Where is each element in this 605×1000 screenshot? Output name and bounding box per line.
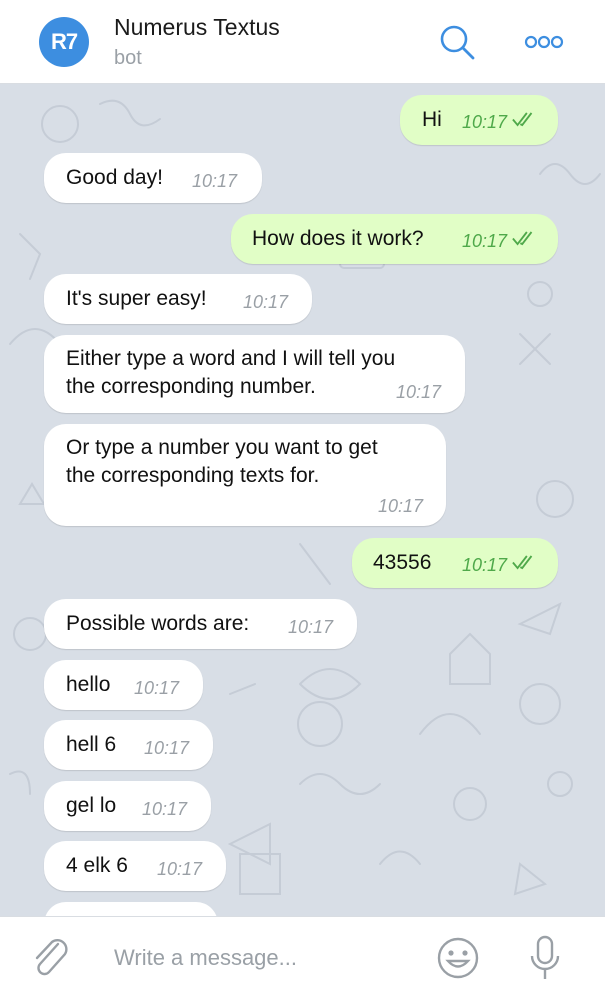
message-text: 4 elk 6 bbox=[66, 854, 128, 877]
message-text-line2: the corresponding number. bbox=[66, 375, 316, 398]
search-icon[interactable] bbox=[436, 22, 478, 64]
message-bubble-outgoing[interactable]: 43556 10:17 bbox=[352, 538, 558, 588]
paperclip-icon[interactable] bbox=[30, 936, 72, 980]
message-time: 10:17 bbox=[462, 112, 508, 132]
message-time: 10:17 bbox=[157, 859, 203, 879]
message-bubble-outgoing[interactable]: How does it work? 10:17 bbox=[231, 214, 558, 264]
microphone-icon[interactable] bbox=[528, 934, 562, 982]
chat-subtitle: bot bbox=[114, 47, 142, 69]
message-time: 10:17 bbox=[462, 555, 508, 575]
message-text: hello bbox=[66, 673, 111, 696]
message-bubble-incoming[interactable]: Good day! 10:17 bbox=[44, 153, 262, 203]
message-text: Hi bbox=[422, 108, 442, 131]
message-text: Possible words are: bbox=[66, 612, 250, 635]
message-text: 43556 bbox=[373, 551, 432, 574]
message-time: 10:17 bbox=[144, 738, 190, 758]
message-bubble-incoming[interactable]: Either type a word and I will tell you t… bbox=[44, 335, 465, 413]
message-bubble-outgoing[interactable]: Hi 10:17 bbox=[400, 95, 558, 145]
double-check-icon bbox=[512, 555, 533, 570]
message-text: Good day! bbox=[66, 166, 163, 189]
message-bubble-incoming[interactable]: hell 6 10:17 bbox=[44, 720, 213, 770]
message-time: 10:17 bbox=[378, 496, 424, 516]
message-time: 10:17 bbox=[142, 799, 188, 819]
message-time: 10:17 bbox=[288, 617, 334, 637]
chat-title[interactable]: Numerus Textus bbox=[114, 14, 280, 41]
message-bubble-incoming[interactable]: hello 10:17 bbox=[44, 660, 203, 710]
message-bubble-incoming[interactable]: Or type a number you want to get the cor… bbox=[44, 424, 446, 526]
double-check-icon bbox=[512, 112, 533, 127]
message-time: 10:17 bbox=[134, 678, 180, 698]
message-bubble-incoming[interactable]: It's super easy! 10:17 bbox=[44, 274, 312, 324]
message-list[interactable]: Hi 10:17 Good day! 10:17 How does it wor… bbox=[0, 84, 605, 916]
message-bubble-incoming-partial[interactable] bbox=[44, 902, 218, 916]
message-text: Or type a number you want to get bbox=[66, 436, 378, 459]
double-check-icon bbox=[512, 231, 533, 246]
message-text: gel lo bbox=[66, 794, 117, 817]
bot-avatar[interactable]: R7 bbox=[39, 17, 89, 67]
message-text: Either type a word and I will tell you bbox=[66, 347, 396, 370]
message-text: hell 6 bbox=[66, 733, 117, 756]
message-time: 10:17 bbox=[396, 382, 442, 402]
message-input[interactable] bbox=[100, 930, 420, 986]
message-bubble-incoming[interactable]: gel lo 10:17 bbox=[44, 781, 211, 831]
message-time: 10:17 bbox=[243, 292, 289, 312]
message-time: 10:17 bbox=[192, 171, 238, 191]
message-text-line2: the corresponding texts for. bbox=[66, 464, 320, 487]
more-dots-icon[interactable] bbox=[522, 30, 566, 54]
message-time: 10:17 bbox=[462, 231, 508, 251]
message-bubble-incoming[interactable]: Possible words are: 10:17 bbox=[44, 599, 357, 649]
message-bubble-incoming[interactable]: 4 elk 6 10:17 bbox=[44, 841, 226, 891]
message-text: It's super easy! bbox=[66, 287, 207, 310]
message-text: How does it work? bbox=[252, 227, 424, 250]
emoji-icon[interactable] bbox=[436, 936, 480, 980]
chat-header: R7 Numerus Textus bot bbox=[0, 0, 605, 84]
